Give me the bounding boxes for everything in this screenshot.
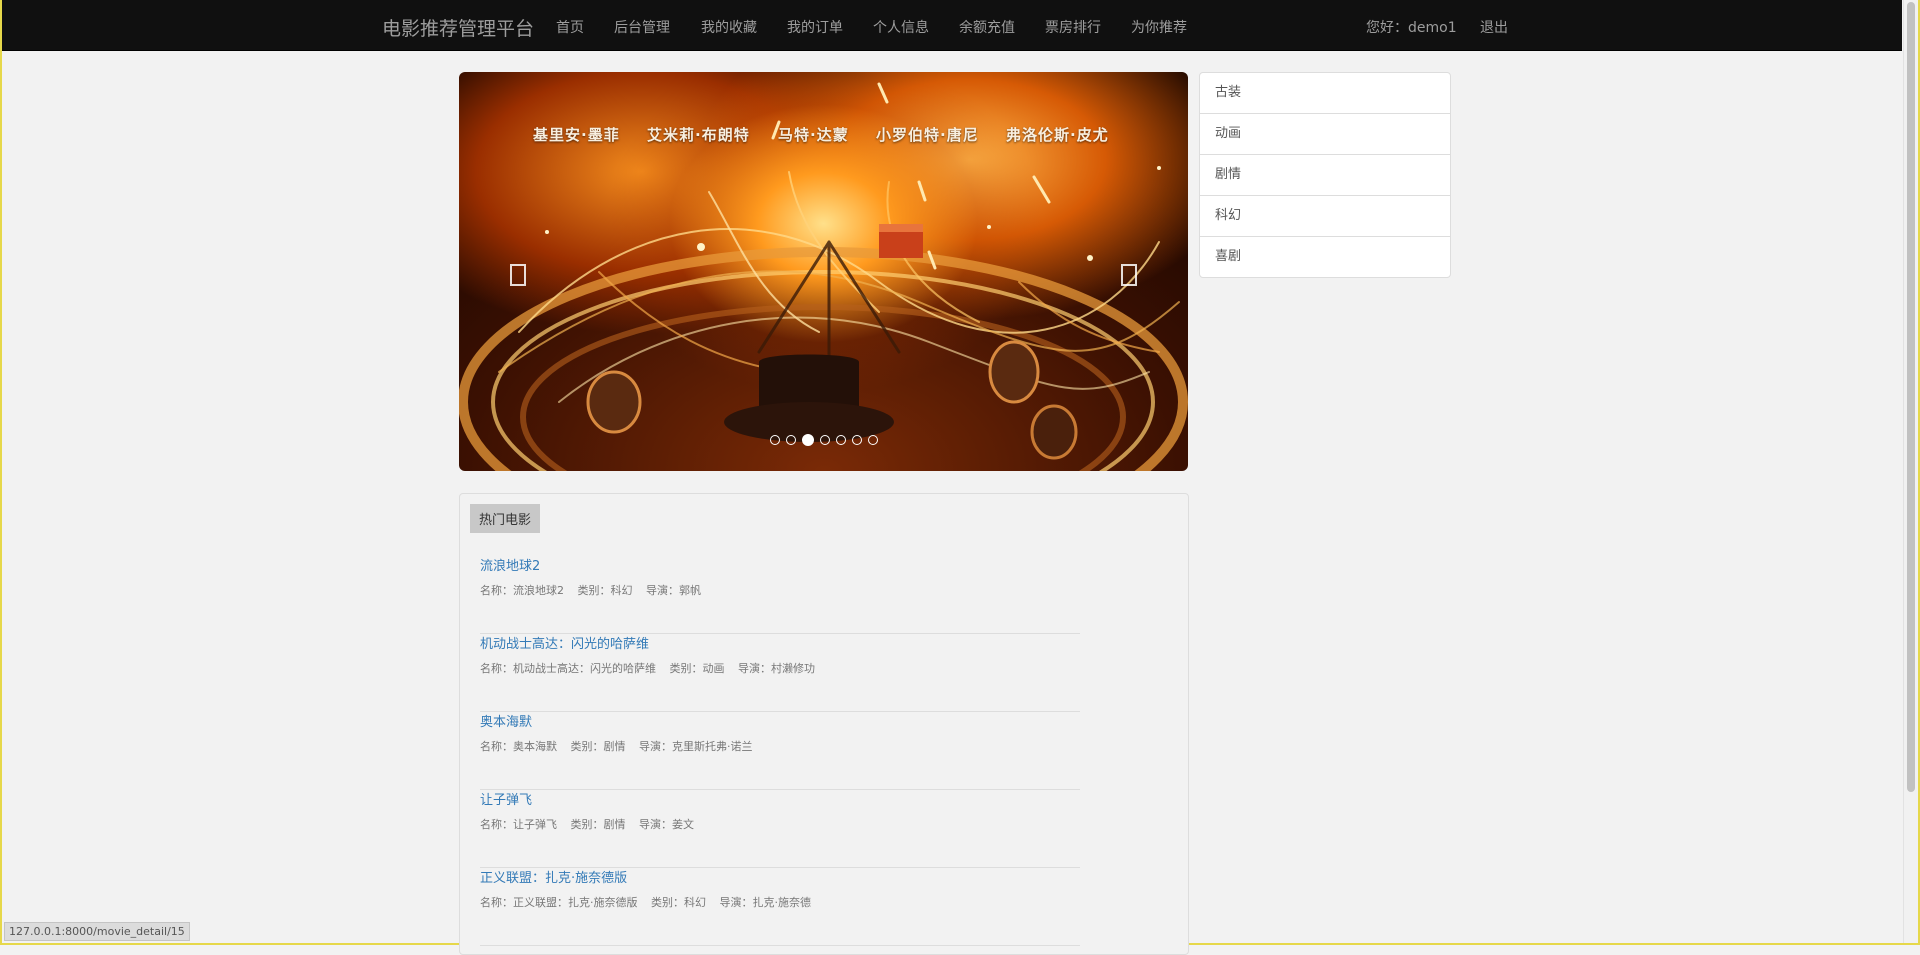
carousel-indicator-5[interactable] xyxy=(835,435,846,445)
movie-category: 类别：剧情 xyxy=(570,740,626,753)
carousel-next-button[interactable] xyxy=(1121,264,1137,286)
actor-name-1: 基里安·墨菲 xyxy=(533,126,620,144)
carousel-indicator-7[interactable] xyxy=(867,435,878,445)
actor-name-4: 小罗伯特·唐尼 xyxy=(876,126,979,144)
movie-name: 名称：机动战士高达：闪光的哈萨维 xyxy=(480,662,656,675)
nav-item-orders[interactable]: 我的订单 xyxy=(787,17,843,37)
category-item-comedy[interactable]: 喜剧 xyxy=(1200,236,1450,277)
brand-title[interactable]: 电影推荐管理平台 xyxy=(382,14,534,41)
movie-title-link[interactable]: 机动战士高达：闪光的哈萨维 xyxy=(480,633,649,652)
hot-movies-panel: 热门电影 流浪地球2 名称：流浪地球2 类别：科幻 导演：郭帆 机动战士高达：闪… xyxy=(459,493,1189,955)
actor-name-5: 弗洛伦斯·皮尤 xyxy=(1006,126,1109,144)
list-item: 奥本海默 名称：奥本海默 类别：剧情 导演：克里斯托弗·诺兰 xyxy=(480,711,1080,790)
movie-director: 导演：克里斯托弗·诺兰 xyxy=(639,740,753,753)
movie-title-link[interactable]: 正义联盟：扎克·施奈德版 xyxy=(480,867,627,886)
category-item-drama[interactable]: 剧情 xyxy=(1200,154,1450,195)
nav-item-home[interactable]: 首页 xyxy=(556,17,584,37)
movie-director: 导演：扎克·施奈德 xyxy=(719,896,812,909)
movie-carousel[interactable]: 基里安·墨菲 艾米莉·布朗特 马特·达蒙 小罗伯特·唐尼 弗洛伦斯·皮尤 xyxy=(459,72,1188,471)
carousel-indicator-6[interactable] xyxy=(851,435,862,445)
movie-category: 类别：科幻 xyxy=(651,896,706,909)
category-item-scifi[interactable]: 科幻 xyxy=(1200,195,1450,236)
carousel-indicator-3[interactable] xyxy=(801,434,814,446)
list-item: 机动战士高达：闪光的哈萨维 名称：机动战士高达：闪光的哈萨维 类别：动画 导演：… xyxy=(480,633,1080,712)
category-item-animation[interactable]: 动画 xyxy=(1200,113,1450,154)
movie-title-link[interactable]: 流浪地球2 xyxy=(480,555,540,574)
movie-meta: 名称：机动战士高达：闪光的哈萨维 类别：动画 导演：村濑修功 xyxy=(480,660,825,676)
list-item: 正义联盟：扎克·施奈德版 名称：正义联盟：扎克·施奈德版 类别：科幻 导演：扎克… xyxy=(480,867,1080,946)
movie-meta: 名称：让子弹飞 类别：剧情 导演：姜文 xyxy=(480,816,704,832)
scrollbar-thumb[interactable] xyxy=(1907,2,1915,792)
nav-item-favorites[interactable]: 我的收藏 xyxy=(701,17,757,37)
carousel-indicator-2[interactable] xyxy=(785,435,796,445)
movie-category: 类别：动画 xyxy=(669,662,725,675)
movie-director: 导演：村濑修功 xyxy=(738,662,815,675)
movie-name: 名称：让子弹飞 xyxy=(480,818,557,831)
movie-name: 名称：正义联盟：扎克·施奈德版 xyxy=(480,896,638,909)
panel-title: 热门电影 xyxy=(470,504,541,533)
nav-item-profile[interactable]: 个人信息 xyxy=(873,17,929,37)
movie-meta: 名称：流浪地球2 类别：科幻 导演：郭帆 xyxy=(480,582,711,598)
carousel-prev-button[interactable] xyxy=(510,264,526,286)
nav-item-recommend[interactable]: 为你推荐 xyxy=(1131,17,1187,37)
nav-item-admin[interactable]: 后台管理 xyxy=(614,17,670,37)
carousel-indicator-4[interactable] xyxy=(819,435,830,445)
movie-category: 类别：剧情 xyxy=(570,818,626,831)
movie-director: 导演：郭帆 xyxy=(646,584,701,597)
nav-item-box-office[interactable]: 票房排行 xyxy=(1045,17,1101,37)
carousel-indicator-1[interactable] xyxy=(769,435,780,445)
nav-item-recharge[interactable]: 余额充值 xyxy=(959,17,1015,37)
user-greeting: 您好：demo1 xyxy=(1366,20,1457,36)
movie-director: 导演：姜文 xyxy=(639,818,694,831)
movie-name: 名称：奥本海默 xyxy=(480,740,557,753)
list-item: 流浪地球2 名称：流浪地球2 类别：科幻 导演：郭帆 xyxy=(480,555,1080,634)
list-item: 让子弹飞 名称：让子弹飞 类别：剧情 导演：姜文 xyxy=(480,789,1080,868)
logout-link[interactable]: 退出 xyxy=(1480,17,1508,37)
actor-name-3: 马特·达蒙 xyxy=(778,126,849,144)
category-list: 古装 动画 剧情 科幻 喜剧 xyxy=(1199,72,1451,278)
carousel-indicators xyxy=(459,434,1188,446)
movie-title-link[interactable]: 奥本海默 xyxy=(480,711,532,730)
movie-title-link[interactable]: 让子弹飞 xyxy=(480,789,532,808)
movie-name: 名称：流浪地球2 xyxy=(480,584,564,597)
movie-category: 类别：科幻 xyxy=(577,584,633,597)
movie-meta: 名称：正义联盟：扎克·施奈德版 类别：科幻 导演：扎克·施奈德 xyxy=(480,894,821,910)
page-scrollbar[interactable] xyxy=(1903,0,1918,943)
movie-meta: 名称：奥本海默 类别：剧情 导演：克里斯托弗·诺兰 xyxy=(480,738,763,754)
top-navbar: 电影推荐管理平台 首页 后台管理 我的收藏 我的订单 个人信息 余额充值 票房排… xyxy=(2,0,1902,51)
status-bar-url: 127.0.0.1:8000/movie_detail/15 xyxy=(4,922,190,941)
actor-name-2: 艾米莉·布朗特 xyxy=(647,126,750,144)
category-item-costume[interactable]: 古装 xyxy=(1200,73,1450,113)
